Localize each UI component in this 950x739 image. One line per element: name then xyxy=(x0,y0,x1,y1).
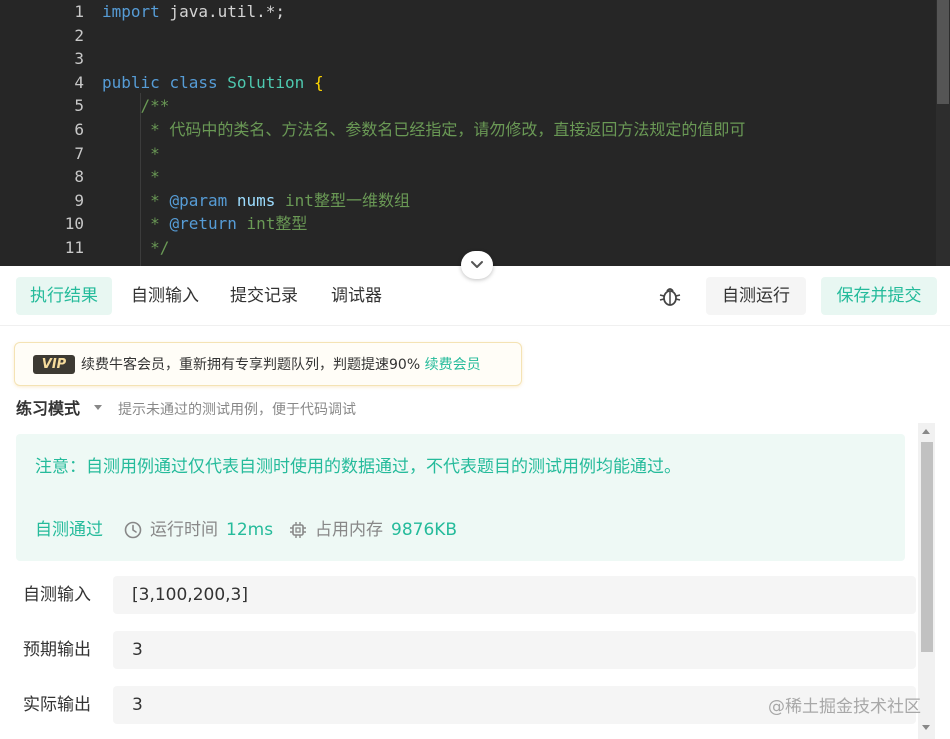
line-number: 5 xyxy=(74,96,84,116)
memory-value: 9876KB xyxy=(391,520,458,540)
scroll-up-arrow-icon[interactable] xyxy=(922,429,930,434)
vip-badge: VIP xyxy=(33,355,75,374)
actual-output-label: 实际输出 xyxy=(23,695,91,715)
watermark: @稀土掘金技术社区 xyxy=(768,697,921,717)
vip-banner: VIP 续费牛客会员，重新拥有专享判题队列，判题提速90% 续费会员 xyxy=(14,342,522,386)
code-token: @param xyxy=(169,190,228,210)
code-token: * 代码中的类名、方法名、参数名已经指定，请勿修改，直接返回方法规定的值即可 xyxy=(102,120,746,139)
line-number: 11 xyxy=(64,238,84,257)
code-token: * xyxy=(102,214,170,234)
indent-guide xyxy=(140,93,141,266)
tab-self-test-input[interactable]: 自测输入 xyxy=(117,277,213,315)
editor-scrollbar-thumb[interactable] xyxy=(937,0,949,104)
line-number: 8 xyxy=(74,167,84,187)
memory-chip-icon xyxy=(290,522,306,538)
expected-output-label: 预期输出 xyxy=(23,640,91,660)
line-number: 7 xyxy=(74,143,84,163)
code-token: /** xyxy=(102,96,170,116)
code-text: import java.util.*; xyxy=(102,0,285,24)
vip-message: 续费牛客会员，重新拥有专享判题队列，判题提速90% xyxy=(81,357,421,373)
line-number: 2 xyxy=(74,25,84,45)
self-test-input-label: 自测输入 xyxy=(23,585,91,605)
chevron-down-icon xyxy=(471,261,483,268)
code-token: * xyxy=(102,190,170,210)
runtime-label: 运行时间 xyxy=(150,520,218,540)
notice-text: 注意：自测用例通过仅代表自测时使用的数据通过，不代表题目的测试用例均能通过。 xyxy=(35,457,681,477)
code-token: */ xyxy=(102,238,170,257)
bug-icon[interactable] xyxy=(658,284,682,308)
tab-execution-result[interactable]: 执行结果 xyxy=(16,277,112,315)
code-text: * xyxy=(102,142,160,166)
save-and-submit-button[interactable]: 保存并提交 xyxy=(821,277,937,315)
code-text: * xyxy=(102,165,160,189)
line-number: 4 xyxy=(74,72,84,92)
code-line[interactable]: 3 xyxy=(0,47,936,71)
self-test-input-value: [3,100,200,3] xyxy=(113,576,916,614)
code-text: * @return int整型 xyxy=(102,212,307,236)
status-badge: 自测通过 xyxy=(35,520,103,540)
memory-label: 占用内存 xyxy=(315,520,383,540)
code-token: { xyxy=(313,72,324,92)
line-number: 9 xyxy=(74,190,84,210)
result-scrollbar-thumb[interactable] xyxy=(921,442,933,652)
tab-debugger[interactable]: 调试器 xyxy=(317,277,396,315)
code-token: * xyxy=(102,167,160,187)
editor-scrollbar[interactable] xyxy=(936,0,950,266)
code-text: public class Solution { xyxy=(102,71,324,95)
line-number: 1 xyxy=(74,2,84,21)
result-notice-box: 注意：自测用例通过仅代表自测时使用的数据通过，不代表题目的测试用例均能通过。 自… xyxy=(16,434,905,561)
self-test-run-button[interactable]: 自测运行 xyxy=(706,277,806,315)
scroll-down-arrow-icon[interactable] xyxy=(922,725,930,730)
runtime-value: 12ms xyxy=(226,520,274,540)
mode-hint: 提示未通过的测试用例，便于代码调试 xyxy=(118,402,356,418)
line-number: 6 xyxy=(74,120,84,139)
collapse-panel-button[interactable] xyxy=(461,251,493,279)
code-text: * 代码中的类名、方法名、参数名已经指定，请勿修改，直接返回方法规定的值即可 xyxy=(102,118,745,142)
caret-down-icon[interactable] xyxy=(94,405,102,410)
vip-text: 续费牛客会员，重新拥有专享判题队列，判题提速90% 续费会员 xyxy=(81,355,481,375)
code-token: int整型一维数组 xyxy=(275,190,410,210)
code-editor[interactable]: 1 import java.util.*; 2 3 4 public class Solu… xyxy=(0,0,950,266)
line-number: 3 xyxy=(74,49,84,69)
code-token: nums xyxy=(236,190,276,210)
code-token: java.util.*; xyxy=(159,2,286,21)
tab-submission-history[interactable]: 提交记录 xyxy=(216,277,312,315)
code-token: Solution xyxy=(227,72,305,92)
code-text: */ xyxy=(102,236,169,260)
code-token: @return xyxy=(169,214,237,234)
code-text: /** xyxy=(102,94,170,118)
vip-renew-link[interactable]: 续费会员 xyxy=(425,357,481,373)
code-token: * xyxy=(102,143,160,163)
expected-output-value: 3 xyxy=(113,631,916,669)
code-token: int整型 xyxy=(236,214,308,234)
code-token: public xyxy=(102,72,160,92)
line-number: 10 xyxy=(64,214,84,234)
code-text: * @param nums int整型一维数组 xyxy=(102,189,410,213)
code-line[interactable]: 1 import java.util.*; xyxy=(0,0,936,24)
code-line[interactable]: 4 public class Solution { xyxy=(0,71,936,95)
code-line[interactable]: 2 xyxy=(0,24,936,48)
practice-mode-dropdown[interactable]: 练习模式 xyxy=(16,398,80,420)
code-token: class xyxy=(169,72,218,92)
clock-icon xyxy=(124,521,142,539)
code-token: import xyxy=(102,2,160,21)
